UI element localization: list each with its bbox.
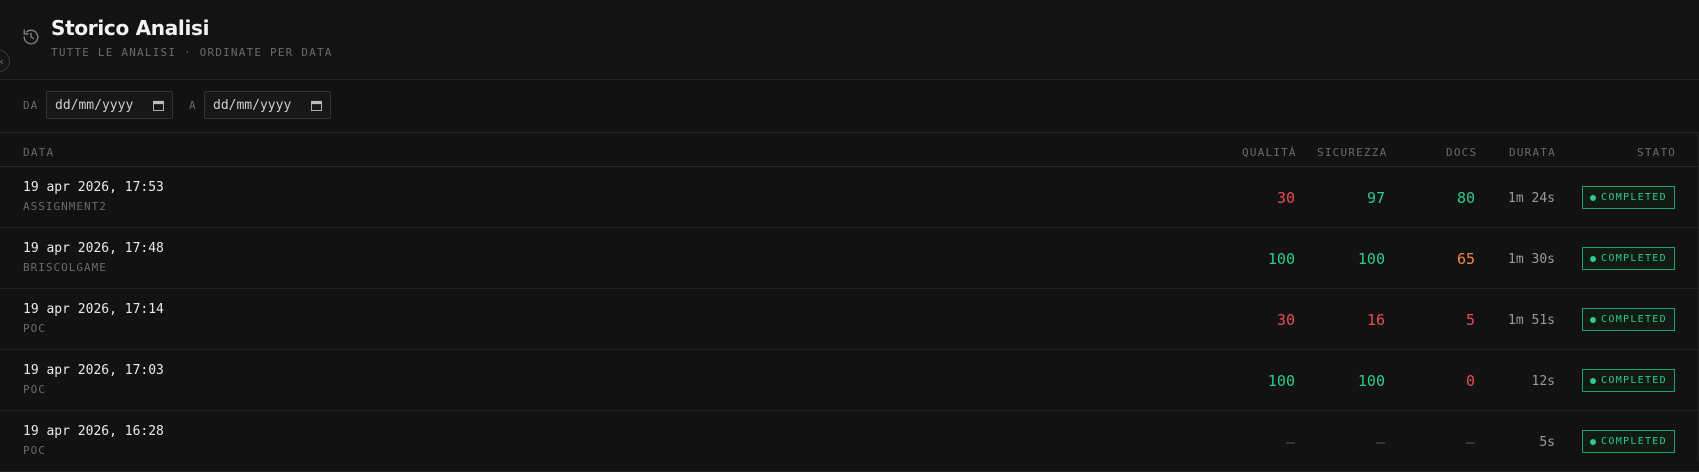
table-row[interactable]: 19 apr 2026, 17:03 POC 100 100 0 12s COM… <box>0 350 1699 411</box>
status-badge-label: COMPLETED <box>1601 314 1667 325</box>
row-quality-score: – <box>1285 433 1295 451</box>
status-badge: COMPLETED <box>1582 369 1675 392</box>
status-badge: COMPLETED <box>1582 430 1675 453</box>
row-security-score: – <box>1375 433 1385 451</box>
row-date: 19 apr 2026, 17:48 <box>23 241 164 256</box>
column-header-security[interactable]: SICUREZZA <box>1317 146 1387 159</box>
table-row[interactable]: 19 apr 2026, 17:48 BRISCOLGAME 100 100 6… <box>0 228 1699 289</box>
calendar-icon[interactable] <box>153 100 164 111</box>
row-repo-name: POC <box>23 383 46 396</box>
row-duration: 1m 24s <box>1508 191 1555 206</box>
column-header-duration[interactable]: DURATA <box>1509 146 1556 159</box>
page-title: Storico Analisi <box>51 16 210 40</box>
status-badge-label: COMPLETED <box>1601 375 1667 386</box>
to-date-label: A <box>189 99 197 112</box>
to-date-input[interactable]: dd/mm/yyyy <box>204 91 331 119</box>
analysis-table-body: 19 apr 2026, 17:53 ASSIGNMENT2 30 97 80 … <box>0 167 1699 472</box>
status-dot-icon <box>1590 194 1597 201</box>
page-subtitle: TUTTE LE ANALISI · ORDINATE PER DATA <box>51 46 333 59</box>
row-duration: 1m 51s <box>1508 313 1555 328</box>
row-docs-score: 65 <box>1456 250 1475 268</box>
status-badge: COMPLETED <box>1582 247 1675 270</box>
chevron-left-icon: ‹ <box>0 55 5 68</box>
date-filter-bar: DA dd/mm/yyyy A dd/mm/yyyy <box>0 80 1699 133</box>
row-quality-score: 30 <box>1276 189 1295 207</box>
from-date-value: dd/mm/yyyy <box>55 97 134 113</box>
column-header-data[interactable]: DATA <box>23 146 54 159</box>
row-quality-score: 100 <box>1267 372 1295 390</box>
row-security-score: 100 <box>1357 372 1385 390</box>
row-duration: 12s <box>1531 374 1555 389</box>
calendar-icon[interactable] <box>311 100 322 111</box>
status-badge: COMPLETED <box>1582 186 1675 209</box>
row-date: 19 apr 2026, 17:53 <box>23 180 164 195</box>
column-header-status[interactable]: STATO <box>1637 146 1676 159</box>
column-header-docs[interactable]: DOCS <box>1446 146 1477 159</box>
row-repo-name: ASSIGNMENT2 <box>23 200 107 213</box>
row-repo-name: POC <box>23 322 46 335</box>
row-security-score: 100 <box>1357 250 1385 268</box>
row-date: 19 apr 2026, 17:14 <box>23 302 164 317</box>
status-badge-label: COMPLETED <box>1601 253 1667 264</box>
row-quality-score: 100 <box>1267 250 1295 268</box>
row-docs-score: 80 <box>1456 189 1475 207</box>
column-header-quality[interactable]: QUALITÀ <box>1242 146 1297 159</box>
status-dot-icon <box>1590 255 1597 262</box>
row-repo-name: POC <box>23 444 46 457</box>
status-dot-icon <box>1590 377 1597 384</box>
row-date: 19 apr 2026, 17:03 <box>23 363 164 378</box>
row-security-score: 16 <box>1366 311 1385 329</box>
status-badge-label: COMPLETED <box>1601 436 1667 447</box>
status-badge: COMPLETED <box>1582 308 1675 331</box>
row-docs-score: – <box>1465 433 1475 451</box>
row-repo-name: BRISCOLGAME <box>23 261 107 274</box>
table-header: DATA QUALITÀ SICUREZZA DOCS DURATA STATO <box>0 133 1699 167</box>
status-dot-icon <box>1590 316 1597 323</box>
row-duration: 1m 30s <box>1508 252 1555 267</box>
table-row[interactable]: 19 apr 2026, 17:14 POC 30 16 5 1m 51s CO… <box>0 289 1699 350</box>
row-quality-score: 30 <box>1276 311 1295 329</box>
row-date: 19 apr 2026, 16:28 <box>23 424 164 439</box>
row-docs-score: 5 <box>1465 311 1475 329</box>
row-duration: 5s <box>1539 435 1555 450</box>
from-date-input[interactable]: dd/mm/yyyy <box>46 91 173 119</box>
sidebar-collapse-button[interactable]: ‹ <box>0 50 10 72</box>
row-docs-score: 0 <box>1465 372 1475 390</box>
from-date-label: DA <box>23 99 39 112</box>
row-security-score: 97 <box>1366 189 1385 207</box>
table-row[interactable]: 19 apr 2026, 16:28 POC – – – 5s COMPLETE… <box>0 411 1699 472</box>
status-badge-label: COMPLETED <box>1601 192 1667 203</box>
history-icon <box>23 29 39 45</box>
table-row[interactable]: 19 apr 2026, 17:53 ASSIGNMENT2 30 97 80 … <box>0 167 1699 228</box>
status-dot-icon <box>1590 438 1597 445</box>
page-header: ‹ Storico Analisi TUTTE LE ANALISI · ORD… <box>0 0 1699 80</box>
to-date-value: dd/mm/yyyy <box>213 97 292 113</box>
